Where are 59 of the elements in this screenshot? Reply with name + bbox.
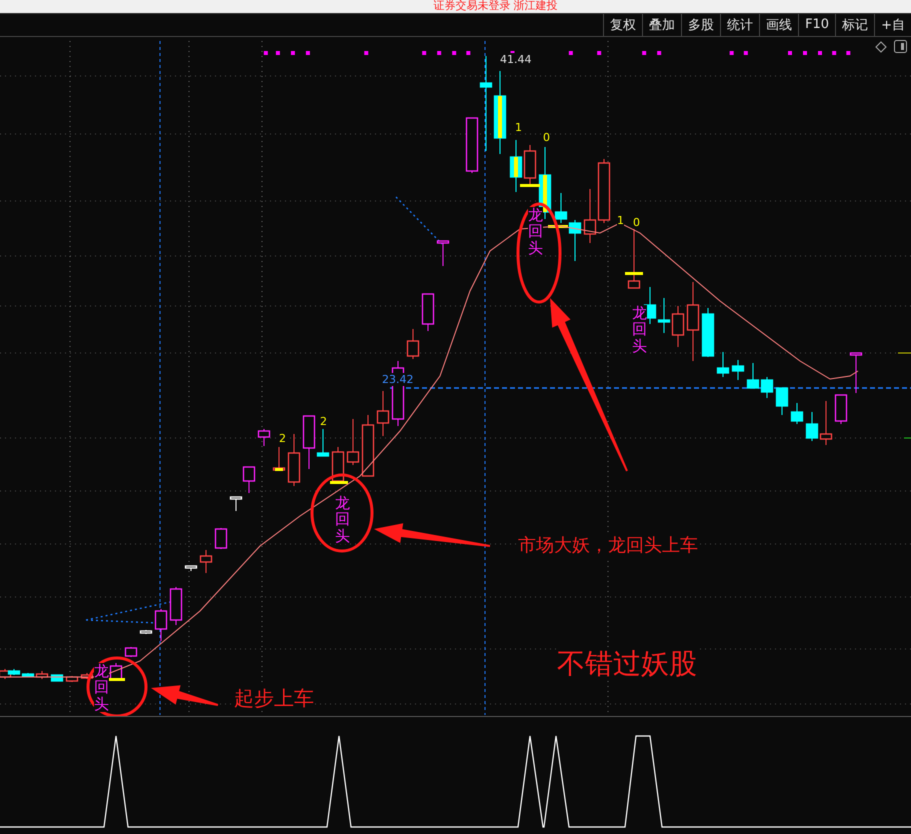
pattern-label: 龙回头 (335, 494, 350, 544)
candlestick (658, 297, 670, 334)
callout-text: 市场大妖，龙回头上车 (518, 534, 698, 556)
candlestick (524, 144, 536, 186)
candlestick (154, 608, 168, 642)
pattern-label: 龙回头 (632, 304, 647, 354)
candlestick (850, 352, 862, 394)
candlestick (834, 394, 848, 424)
candlestick (584, 188, 596, 244)
candlestick (184, 565, 198, 572)
candlestick (170, 586, 182, 626)
headline-text: 不错过妖股 (557, 646, 697, 680)
candlestick (672, 305, 684, 348)
trend-line (396, 196, 442, 244)
candlestick (790, 402, 804, 424)
candlestick (598, 158, 610, 224)
candlestick (200, 549, 212, 574)
candlestick (80, 672, 94, 680)
candlestick (702, 307, 714, 358)
candlestick (124, 646, 138, 658)
candlestick (230, 496, 242, 512)
candlestick (776, 387, 788, 416)
price-label: 23.42 (382, 372, 414, 386)
candlestick (214, 527, 228, 550)
pattern-label: 龙回头 (528, 206, 543, 256)
candlestick (332, 446, 344, 484)
status-message: 证券交易未登录 浙江建投 (433, 0, 558, 12)
candlestick (346, 418, 360, 466)
candlestick (436, 240, 450, 266)
diamond-icon[interactable] (874, 40, 888, 54)
signal-number: 1 (515, 120, 522, 134)
candlestick (140, 629, 152, 634)
candlestick (242, 466, 256, 494)
candlestick (362, 414, 374, 477)
candlestick (422, 293, 434, 332)
candlestick (716, 351, 730, 378)
candlestick (66, 675, 78, 682)
callout-text: 起步上车 (234, 686, 314, 710)
signal-bar (625, 272, 643, 275)
candlestick (406, 328, 420, 360)
candlestick (510, 139, 522, 192)
candlestick (760, 376, 774, 398)
signal-bar (548, 224, 568, 228)
pointer-arrow (151, 685, 218, 706)
candlestick (746, 362, 760, 389)
signal-bar (520, 184, 540, 187)
signal-number: 0 (543, 130, 550, 144)
candlestick (288, 433, 300, 486)
candlestick (568, 219, 582, 262)
candlestick (554, 192, 568, 224)
candlestick (258, 428, 270, 446)
signal-number: 1 (617, 214, 624, 228)
candlestick (376, 390, 390, 436)
signal-bar (330, 480, 348, 484)
pattern-label: 龙回头 (94, 662, 109, 712)
candlestick (732, 359, 744, 380)
signal-bar (275, 468, 283, 471)
signal-number: 0 (633, 216, 640, 230)
panel-toggle-icon[interactable] (893, 40, 907, 54)
